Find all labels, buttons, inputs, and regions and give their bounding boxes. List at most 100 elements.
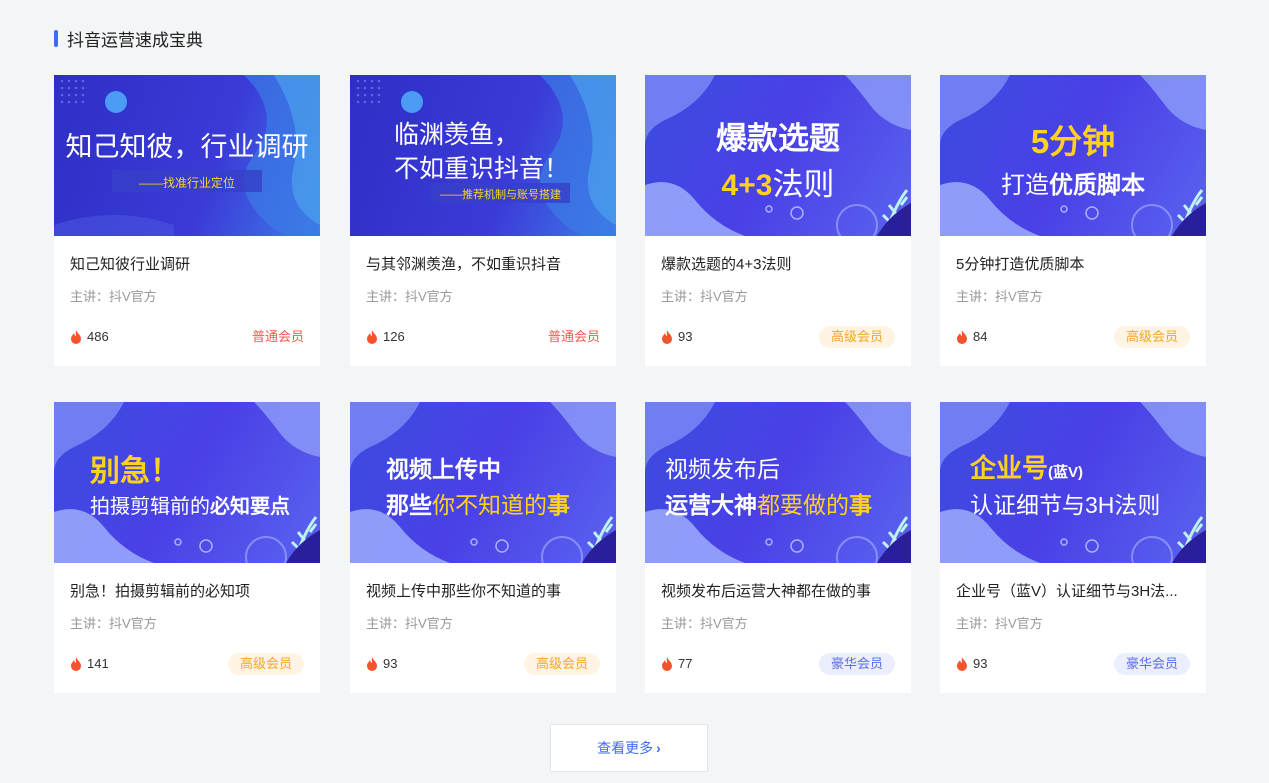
view-count-value: 486: [87, 329, 109, 344]
banner-headline: 知己知彼，行业调研: [65, 132, 309, 162]
banner-highlight: 5分钟: [1030, 123, 1116, 160]
section-title-text: 抖音运营速成宝典: [67, 30, 203, 50]
view-more-label: 查看更多: [597, 740, 654, 756]
view-count-value: 93: [973, 656, 988, 671]
flame-icon: [957, 656, 967, 671]
banner-part-1: (蓝V): [1048, 464, 1084, 481]
banner-part-1: 拍摄剪辑前的: [90, 496, 210, 518]
course-card[interactable]: 企业号(蓝V) 认证细节与3H法则 企业号（蓝V）认证细节与3H法... 主讲：…: [940, 402, 1206, 693]
banner-part-2: 必知要点: [210, 496, 290, 518]
banner-part-3: 事: [547, 492, 570, 518]
banner-subline: ——找准行业定位: [138, 176, 235, 190]
membership-badge: 豪华会员: [818, 653, 895, 675]
course-banner: 视频上传中 那些你不知道的事: [350, 402, 616, 563]
course-title: 爆款选题的4+3法则: [661, 256, 792, 273]
course-title: 企业号（蓝V）认证细节与3H法...: [956, 583, 1178, 600]
course-card[interactable]: 视频上传中 那些你不知道的事 视频上传中那些你不知道的事 主讲：抖V官方 93 …: [350, 402, 616, 693]
course-title: 与其邻渊羡渔，不如重识抖音: [366, 256, 562, 273]
course-title: 5分钟打造优质脚本: [956, 256, 1085, 273]
banner-headline: 视频发布后: [665, 456, 780, 482]
view-count: 126: [366, 329, 405, 344]
membership-badge: 高级会员: [818, 326, 895, 348]
view-more-button[interactable]: 查看更多 ›: [550, 724, 708, 772]
course-title: 视频发布后运营大神都在做的事: [661, 583, 872, 600]
view-count: 93: [956, 656, 987, 671]
course-title: 知己知彼行业调研: [70, 256, 191, 273]
course-lecturer: 主讲：抖V官方: [70, 616, 157, 631]
course-title: 视频上传中那些你不知道的事: [366, 583, 562, 600]
banner-headline-2: 运营大神都要做的事: [665, 486, 872, 520]
course-lecturer: 主讲：抖V官方: [366, 289, 453, 304]
banner-highlight: 企业号: [970, 453, 1049, 483]
banner-part-1: 运营大神: [665, 492, 757, 518]
course-card[interactable]: 爆款选题 4+3法则 爆款选题的4+3法则 主讲：抖V官方 93 高级会员: [645, 75, 911, 366]
banner-headline: 拍摄剪辑前的必知要点: [90, 490, 290, 519]
view-count: 93: [661, 329, 692, 344]
flame-icon: [367, 656, 377, 671]
banner-rest: 法则: [772, 167, 835, 202]
view-count: 93: [366, 656, 397, 671]
banner-headline: 打造优质脚本: [940, 165, 1206, 200]
membership-badge: 普通会员: [547, 329, 600, 344]
view-count: 77: [661, 656, 692, 671]
course-banner: 临渊羡鱼， 不如重识抖音！ ——推荐机制与账号搭建: [350, 75, 616, 236]
banner-headline: 企业号(蓝V): [970, 448, 1083, 485]
banner-part-2: 优质脚本: [1049, 172, 1145, 199]
flame-icon: [662, 656, 672, 671]
banner-headline-2: 不如重识抖音！: [394, 155, 570, 183]
membership-badge: 豪华会员: [1113, 653, 1190, 675]
course-banner: 爆款选题 4+3法则: [645, 75, 911, 236]
course-banner: 5分钟 打造优质脚本: [940, 75, 1206, 236]
view-count-value: 84: [973, 329, 988, 344]
view-count: 486: [70, 329, 109, 344]
view-count-value: 93: [678, 329, 693, 344]
membership-badge: 高级会员: [1113, 326, 1190, 348]
flame-icon: [957, 329, 967, 344]
membership-badge: 普通会员: [251, 329, 304, 344]
flame-icon: [71, 656, 81, 671]
banner-highlight: 4+3: [721, 169, 773, 202]
flame-icon: [367, 329, 377, 344]
banner-headline: 临渊羡鱼，: [394, 121, 520, 149]
banner-headline: 爆款选题: [716, 121, 840, 156]
banner-part-1: 打造: [1001, 172, 1049, 199]
banner-part-2: 你不知道的: [432, 492, 547, 518]
banner-part-2: 都要做的: [757, 492, 849, 518]
course-banner: 别急！ 拍摄剪辑前的必知要点: [54, 402, 320, 563]
banner-part-3: 事: [849, 492, 872, 518]
banner-headline: 视频上传中: [386, 456, 501, 482]
view-count: 84: [956, 329, 987, 344]
view-count: 141: [70, 656, 109, 671]
title-accent-bar: [54, 29, 58, 47]
course-lecturer: 主讲：抖V官方: [956, 289, 1043, 304]
course-lecturer: 主讲：抖V官方: [366, 616, 453, 631]
chevron-right-icon: ›: [656, 740, 661, 756]
course-card[interactable]: 别急！ 拍摄剪辑前的必知要点 别急！拍摄剪辑前的必知项 主讲：抖V官方 141 …: [54, 402, 320, 693]
view-count-value: 126: [383, 329, 405, 344]
banner-headline-2: 4+3法则: [645, 159, 911, 204]
section-title: 抖音运营速成宝典: [54, 26, 203, 50]
course-lecturer: 主讲：抖V官方: [661, 616, 748, 631]
view-count-value: 77: [678, 656, 693, 671]
view-count-value: 93: [383, 656, 398, 671]
course-lecturer: 主讲：抖V官方: [956, 616, 1043, 631]
course-lecturer: 主讲：抖V官方: [661, 289, 748, 304]
banner-highlight: 别急！: [90, 455, 180, 488]
membership-badge: 高级会员: [227, 653, 304, 675]
view-count-value: 141: [87, 656, 109, 671]
course-card[interactable]: 5分钟 打造优质脚本 5分钟打造优质脚本 主讲：抖V官方 84 高级会员: [940, 75, 1206, 366]
course-title: 别急！拍摄剪辑前的必知项: [70, 583, 251, 600]
course-banner: 视频发布后 运营大神都要做的事: [645, 402, 911, 563]
banner-part-1: 那些: [386, 492, 432, 518]
banner-headline-2: 认证细节与3H法则: [970, 492, 1161, 518]
course-banner: 企业号(蓝V) 认证细节与3H法则: [940, 402, 1206, 563]
membership-badge: 高级会员: [523, 653, 600, 675]
flame-icon: [71, 329, 81, 344]
banner-subline: ——推荐机制与账号搭建: [440, 189, 561, 201]
course-card[interactable]: 视频发布后 运营大神都要做的事 视频发布后运营大神都在做的事 主讲：抖V官方 7…: [645, 402, 911, 693]
course-card[interactable]: 知己知彼，行业调研 ——找准行业定位 知己知彼行业调研 主讲：抖V官方 486 …: [54, 75, 320, 366]
banner-headline-2: 那些你不知道的事: [386, 486, 570, 520]
flame-icon: [662, 329, 672, 344]
course-lecturer: 主讲：抖V官方: [70, 289, 157, 304]
course-card[interactable]: 临渊羡鱼， 不如重识抖音！ ——推荐机制与账号搭建 与其邻渊羡渔，不如重识抖音 …: [350, 75, 616, 366]
